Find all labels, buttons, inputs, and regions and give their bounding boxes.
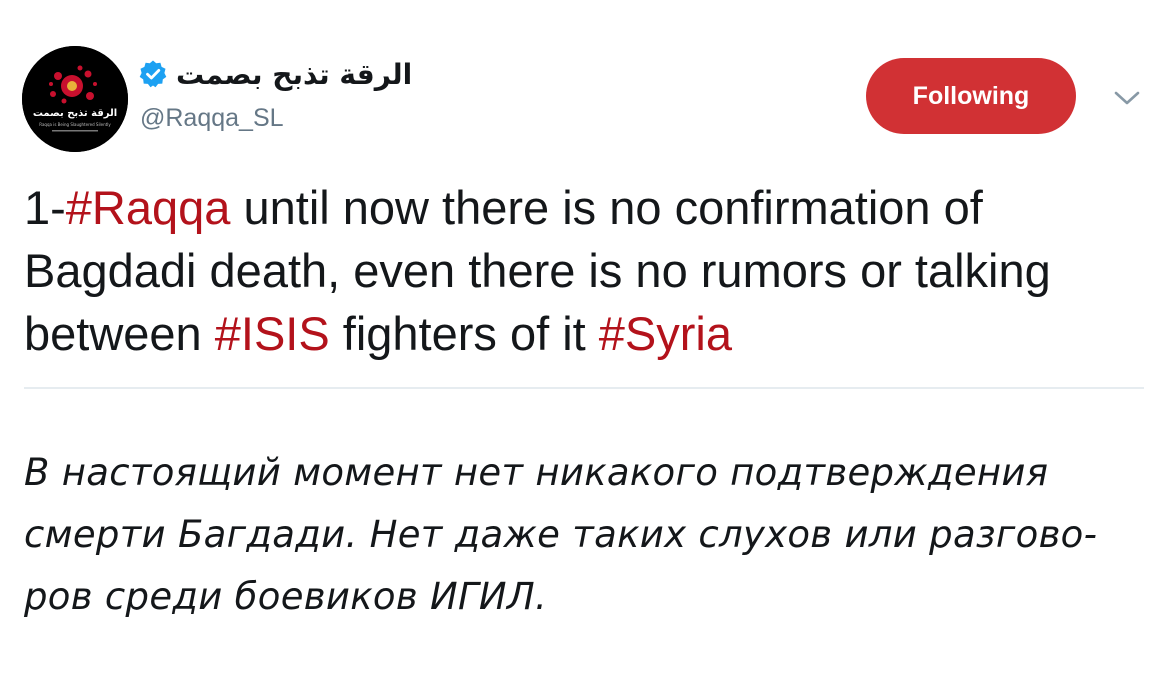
hashtag-raqqa-link[interactable]: #Raqqa: [66, 181, 231, 234]
hashtag-syria-link[interactable]: #Syria: [599, 307, 732, 360]
author-handle[interactable]: @Raqqa_SL: [140, 104, 284, 133]
following-button[interactable]: Following: [866, 58, 1076, 134]
translation-line: В настоящий момент нет никакого подтверж…: [24, 451, 1049, 494]
translation-line: ров среди боевиков ИГИЛ.: [24, 575, 548, 618]
translation-text: В настоящий момент нет никакого подтверж…: [24, 442, 1144, 628]
raqqa-logo-icon: الرقة تذبح بصمت Raqqa is Being Slaughter…: [22, 46, 128, 152]
author-display-name[interactable]: الرقة تذبح بصمت: [138, 54, 412, 94]
chevron-down-icon[interactable]: [1112, 86, 1142, 110]
svg-text:Raqqa is Being Slaughtered Sil: Raqqa is Being Slaughtered Silently: [39, 122, 111, 127]
translation-line: смерти Багдади. Нет даже таких слухов ил…: [24, 513, 1098, 556]
tweet-text-segment: 1-: [24, 181, 66, 234]
hashtag-isis-link[interactable]: #ISIS: [215, 307, 330, 360]
tweet-text: 1-#Raqqa until now there is no confirmat…: [24, 176, 1154, 365]
avatar[interactable]: الرقة تذبح بصمت Raqqa is Being Slaughter…: [22, 46, 128, 152]
divider: [24, 387, 1144, 389]
tweet-text-segment: fighters of it: [329, 307, 599, 360]
display-name-text: الرقة تذبح بصمت: [176, 57, 413, 91]
verified-badge-icon: [138, 59, 168, 89]
svg-text:الرقة تذبح بصمت: الرقة تذبح بصمت: [33, 108, 117, 119]
